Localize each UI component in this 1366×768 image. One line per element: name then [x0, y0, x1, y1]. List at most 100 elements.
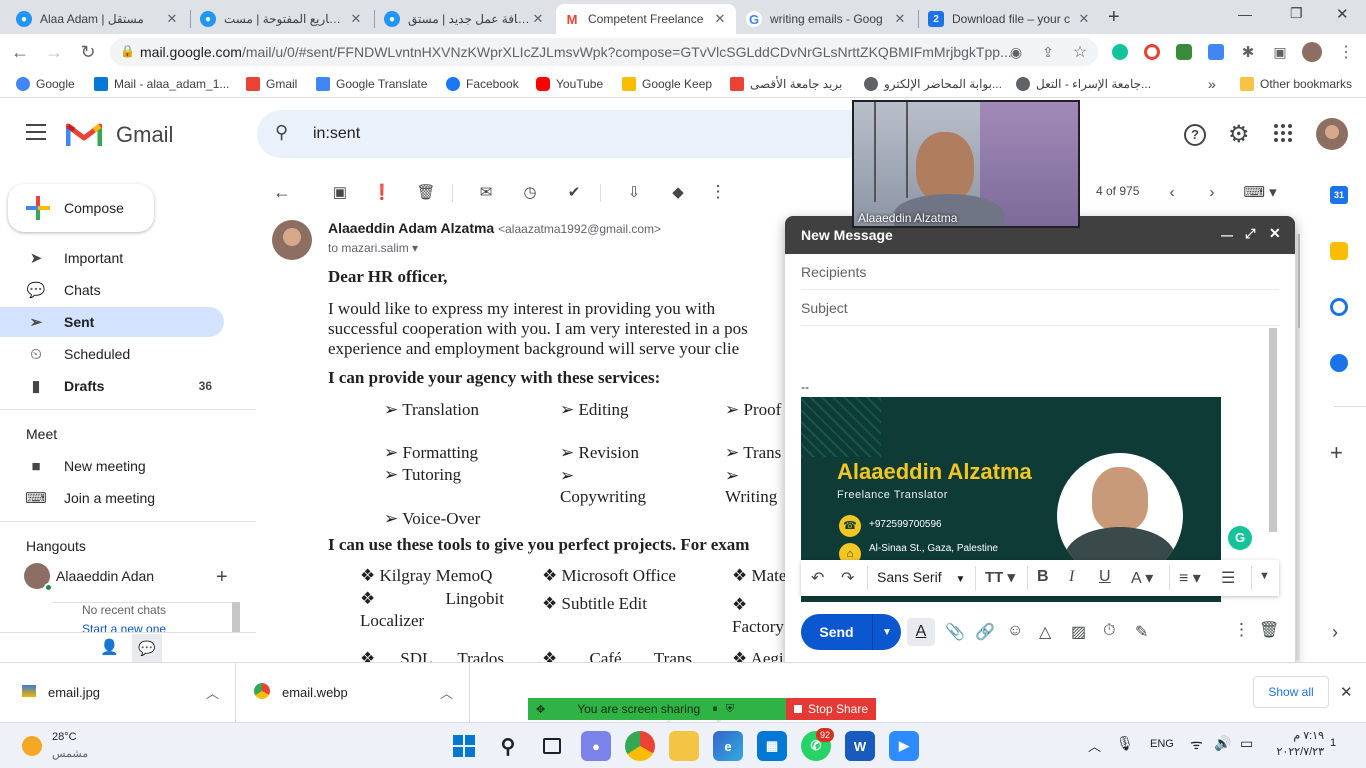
- apps-grid-icon[interactable]: [1274, 124, 1292, 142]
- bookmark-google-translate[interactable]: Google Translate: [316, 75, 427, 93]
- search-bar[interactable]: ⚲ in:sent: [257, 110, 857, 158]
- bookmark-youtube[interactable]: YouTube: [536, 75, 603, 93]
- browser-tab-1[interactable]: ● Alaa Adam | مستقل ✕: [8, 4, 188, 34]
- account-avatar[interactable]: [1316, 118, 1348, 150]
- send-button[interactable]: Send: [801, 614, 873, 650]
- sender-name[interactable]: Alaaeddin Adam Alzatma: [328, 220, 494, 236]
- tasks-icon[interactable]: [1330, 298, 1348, 316]
- help-icon[interactable]: ?: [1184, 124, 1206, 146]
- archive-icon[interactable]: ▣: [328, 180, 352, 204]
- sidebar-item-sent[interactable]: ➢ Sent: [0, 307, 224, 337]
- share-icon[interactable]: ⇪: [1038, 42, 1058, 62]
- chrome-icon[interactable]: [625, 731, 655, 761]
- window-minimize-icon[interactable]: —: [1238, 6, 1252, 22]
- bookmark-google[interactable]: Google: [16, 75, 75, 93]
- undo-icon[interactable]: ↶: [811, 568, 824, 588]
- volume-icon[interactable]: 🔊: [1214, 735, 1231, 752]
- battery-icon[interactable]: ▭: [1240, 735, 1253, 752]
- show-all-downloads-button[interactable]: Show all: [1253, 676, 1329, 708]
- close-icon[interactable]: ✕: [164, 11, 180, 27]
- hangouts-user-name[interactable]: Alaaeddin Adan: [56, 568, 154, 584]
- search-icon[interactable]: ⚲: [275, 122, 288, 143]
- new-tab-icon[interactable]: +: [1108, 6, 1120, 29]
- close-icon[interactable]: ✕: [530, 11, 546, 27]
- task-view-icon[interactable]: [537, 731, 567, 761]
- hangouts-chat-icon[interactable]: 💬: [132, 634, 162, 662]
- bookmark-google-keep[interactable]: Google Keep: [622, 75, 712, 93]
- align-icon[interactable]: ≡ ▾: [1179, 568, 1201, 588]
- side-panel-icon[interactable]: ▣: [1270, 42, 1290, 62]
- contacts-icon[interactable]: [1330, 354, 1348, 372]
- zoom-icon[interactable]: ▶: [889, 731, 919, 761]
- keep-icon[interactable]: [1330, 242, 1348, 260]
- italic-icon[interactable]: I: [1069, 568, 1074, 586]
- schedule-send-dropdown-icon[interactable]: ▼: [873, 614, 901, 650]
- start-windows-icon[interactable]: [449, 731, 479, 761]
- more-options-icon[interactable]: ⋮: [1233, 620, 1250, 640]
- pause-share-icon[interactable]: ⏸: [712, 703, 718, 716]
- close-icon[interactable]: ✕: [892, 11, 908, 27]
- browser-tab-4-active[interactable]: M Competent Freelance ✕: [556, 4, 736, 34]
- back-icon[interactable]: ←: [10, 42, 30, 62]
- text-color-icon[interactable]: A ▾: [1131, 568, 1153, 588]
- bookmark-alaqsa-mail[interactable]: بريد جامعة الأقصى: [730, 75, 842, 93]
- video-call-overlay[interactable]: Alaaeddin Alzatma: [852, 100, 1080, 228]
- font-family-select[interactable]: Sans Serif ▼: [877, 569, 965, 585]
- input-tools-icon[interactable]: ⌨ ▾: [1240, 180, 1280, 204]
- record-extension-icon[interactable]: [1142, 42, 1162, 62]
- vpn-extension-icon[interactable]: [1174, 42, 1194, 62]
- close-icon[interactable]: ✕: [348, 11, 364, 27]
- download-item[interactable]: email.jpg ︿: [0, 663, 236, 723]
- compose-button[interactable]: Compose: [8, 184, 154, 232]
- share-drag-icon[interactable]: ✥: [536, 703, 545, 716]
- language-indicator[interactable]: ENG: [1150, 738, 1174, 750]
- numbered-list-icon[interactable]: ☰: [1221, 568, 1235, 588]
- download-item[interactable]: email.webp ︿: [236, 663, 470, 723]
- notification-count[interactable]: 1: [1330, 737, 1336, 749]
- window-close-icon[interactable]: ✕: [1336, 5, 1349, 23]
- bookmark-lecturer-portal[interactable]: بوابة المحاضر الإلكترو...: [864, 75, 1002, 93]
- add-to-tasks-icon[interactable]: ✔: [562, 180, 586, 204]
- recipients-field[interactable]: Recipients: [801, 254, 1279, 290]
- move-to-icon[interactable]: ⇩: [622, 180, 646, 204]
- chevron-up-icon[interactable]: ︿: [440, 683, 453, 702]
- sidebar-scrollbar[interactable]: [232, 602, 240, 632]
- browser-tab-3[interactable]: ● إضافة عمل جديد | مستق ✕: [376, 4, 554, 34]
- sidebar-item-drafts[interactable]: ▮ Drafts 36: [0, 371, 224, 401]
- star-icon[interactable]: ☆: [1070, 42, 1090, 62]
- address-bar[interactable]: 🔒 mail.google.com/mail/u/0/#sent/FFNDWLv…: [110, 38, 1098, 66]
- discard-draft-icon[interactable]: 🗑: [1259, 620, 1279, 640]
- insert-link-icon[interactable]: 🔗: [975, 622, 995, 642]
- compose-scrollbar[interactable]: [1269, 328, 1277, 532]
- snooze-icon[interactable]: ◷: [518, 180, 542, 204]
- insert-photo-icon[interactable]: ▨: [1071, 622, 1086, 642]
- grammarly-extension-icon[interactable]: [1110, 42, 1130, 62]
- stop-share-button[interactable]: Stop Share: [786, 698, 876, 720]
- subject-field[interactable]: Subject: [801, 290, 1279, 326]
- edge-icon[interactable]: e: [713, 731, 743, 761]
- settings-gear-icon[interactable]: ⚙: [1228, 120, 1250, 149]
- window-restore-icon[interactable]: ❐: [1290, 5, 1303, 22]
- grammarly-icon[interactable]: G: [1228, 526, 1252, 550]
- underline-icon[interactable]: U: [1099, 568, 1111, 586]
- add-chat-icon[interactable]: +: [216, 566, 228, 589]
- report-spam-icon[interactable]: ❗: [370, 180, 394, 204]
- google-drive-icon[interactable]: △: [1039, 622, 1051, 642]
- formatting-options-icon[interactable]: A: [907, 618, 935, 646]
- signature-pen-icon[interactable]: ✎: [1135, 622, 1148, 642]
- fullscreen-icon[interactable]: ⤢: [1245, 226, 1255, 242]
- browser-menu-icon[interactable]: ⋮: [1336, 42, 1356, 62]
- close-icon[interactable]: ✕: [712, 11, 728, 27]
- forward-icon[interactable]: →: [44, 42, 64, 62]
- word-icon[interactable]: W: [845, 731, 875, 761]
- back-to-sent-icon[interactable]: ←: [270, 180, 294, 204]
- contacts-person-icon[interactable]: 👤: [100, 638, 119, 656]
- reload-icon[interactable]: ↻: [78, 42, 98, 62]
- file-explorer-icon[interactable]: [669, 731, 699, 761]
- redo-icon[interactable]: ↷: [841, 568, 854, 588]
- minimize-icon[interactable]: —: [1221, 228, 1233, 242]
- newer-icon[interactable]: ‹: [1160, 180, 1184, 204]
- sidebar-item-important[interactable]: ➤ Important: [0, 243, 224, 273]
- close-shelf-icon[interactable]: ✕: [1340, 683, 1353, 701]
- extensions-puzzle-icon[interactable]: ✱: [1238, 42, 1258, 62]
